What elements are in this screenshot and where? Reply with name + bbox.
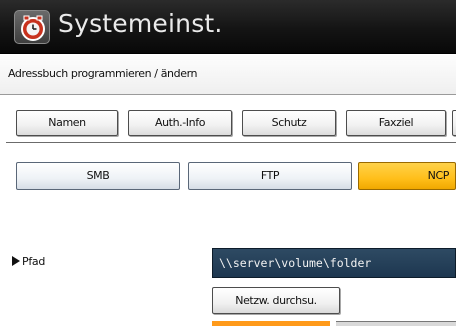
arrow-right-icon — [12, 256, 20, 266]
protocol-smb-button[interactable]: SMB — [16, 162, 180, 190]
tab-schutz[interactable]: Schutz — [242, 110, 336, 136]
page-title: Adressbuch programmieren / ändern — [8, 67, 198, 80]
browse-network-button[interactable]: Netzw. durchsu. — [212, 287, 340, 314]
breadcrumb: Adressbuch programmieren / ändern — [0, 55, 456, 95]
system-settings-icon — [14, 10, 50, 44]
bottom-button-edge-2[interactable] — [336, 321, 456, 326]
window-title: Systemeinst. — [58, 9, 223, 38]
protocol-ncp-button[interactable]: NCP — [358, 162, 456, 190]
title-bar: Systemeinst. — [0, 0, 456, 54]
tab-auth-info[interactable]: Auth.-Info — [128, 110, 232, 136]
bottom-button-edge[interactable] — [212, 321, 330, 326]
tab-bar: Namen Auth.-Info Schutz Faxziel — [0, 96, 456, 148]
tab-more[interactable] — [452, 110, 456, 136]
clock-gear-icon — [21, 15, 45, 41]
path-label: Pfad — [12, 255, 45, 268]
tab-faxziel[interactable]: Faxziel — [346, 110, 446, 136]
tab-namen[interactable]: Namen — [16, 110, 118, 136]
path-input[interactable]: \\server\volume\folder — [212, 248, 456, 278]
path-label-text: Pfad — [22, 255, 46, 268]
protocol-ftp-button[interactable]: FTP — [188, 162, 352, 190]
